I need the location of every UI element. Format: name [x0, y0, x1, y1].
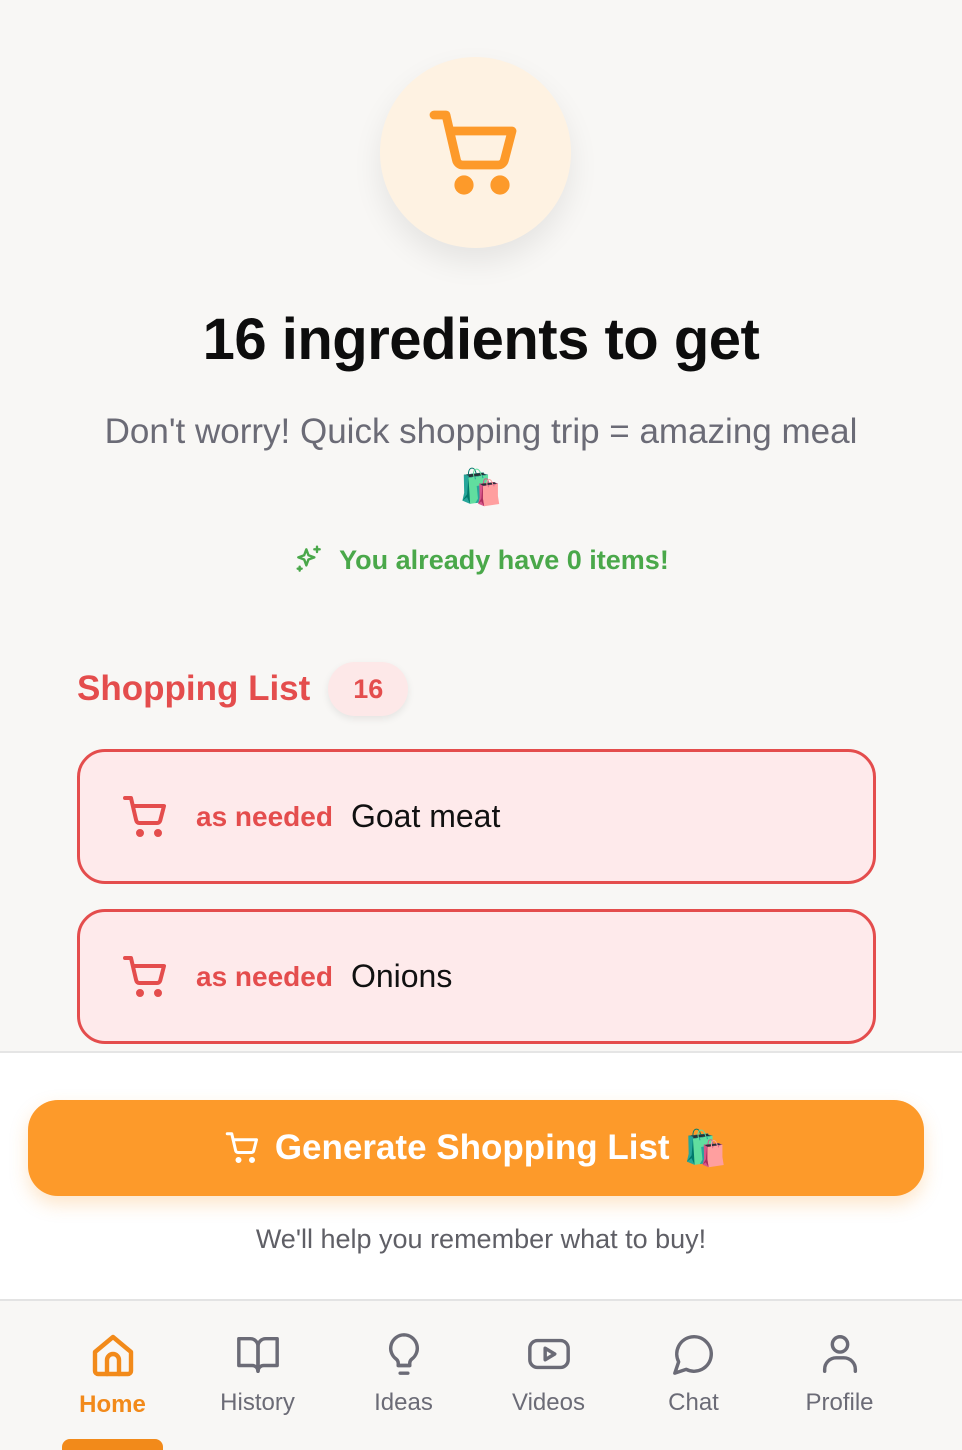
- item-quantity: as needed: [196, 800, 333, 832]
- nav-label: Videos: [512, 1389, 585, 1416]
- generate-shopping-list-button[interactable]: Generate Shopping List 🛍️: [28, 1100, 924, 1196]
- page: 16 ingredients to get Don't worry! Quick…: [0, 0, 962, 1450]
- item-name: Onions: [350, 958, 453, 994]
- sparkles-icon: [296, 545, 322, 572]
- shopping-list-title: Shopping List: [77, 669, 311, 708]
- page-subtitle: Don't worry! Quick shopping trip = amazi…: [70, 404, 892, 516]
- active-tab-indicator: [62, 1439, 163, 1450]
- list-item[interactable]: as needed Onions: [77, 909, 876, 1044]
- nav-item-history[interactable]: History: [185, 1331, 330, 1417]
- nav-label: Profile: [805, 1389, 874, 1416]
- shopping-cart-icon: [429, 110, 516, 195]
- shopping-bags-emoji: 🛍️: [683, 1128, 728, 1168]
- lightbulb-icon: [388, 1333, 419, 1375]
- cart-icon: [123, 955, 166, 997]
- chat-bubble-icon: [672, 1335, 713, 1375]
- book-icon: [236, 1336, 279, 1373]
- cart-icon: [225, 1132, 258, 1163]
- shopping-list-header: Shopping List 16: [77, 662, 409, 716]
- list-item[interactable]: as needed Goat meat: [77, 749, 876, 884]
- shopping-bags-emoji: 🛍️: [459, 468, 503, 507]
- item-quantity: as needed: [196, 960, 333, 992]
- nav-label: Ideas: [374, 1389, 433, 1416]
- nav-item-profile[interactable]: Profile: [767, 1331, 912, 1417]
- nav-item-home[interactable]: Home: [40, 1331, 185, 1419]
- already-have-note: You already have 0 items!: [0, 544, 962, 576]
- page-title: 16 ingredients to get: [202, 307, 760, 372]
- generate-button-label: Generate Shopping List: [274, 1128, 670, 1167]
- nav-label: History: [220, 1389, 295, 1416]
- home-icon: [92, 1334, 133, 1377]
- cart-icon: [123, 795, 166, 837]
- user-icon: [822, 1335, 857, 1373]
- subtitle-text: Don't worry! Quick shopping trip = amazi…: [104, 412, 858, 451]
- already-have-text: You already have 0 items!: [339, 544, 669, 575]
- helper-text: We'll help you remember what to buy!: [255, 1224, 707, 1254]
- item-name: Goat meat: [350, 798, 501, 834]
- nav-label: Chat: [668, 1389, 719, 1416]
- video-icon: [527, 1338, 570, 1370]
- nav-item-videos[interactable]: Videos: [476, 1331, 621, 1417]
- item-count-badge: 16: [328, 662, 409, 716]
- nav-item-chat[interactable]: Chat: [621, 1331, 766, 1417]
- nav-item-ideas[interactable]: Ideas: [331, 1331, 476, 1417]
- nav-label: Home: [79, 1391, 146, 1418]
- hero-cart-circle: [380, 57, 571, 248]
- bottom-nav: Home History Ideas Videos Chat Profile: [0, 1299, 962, 1450]
